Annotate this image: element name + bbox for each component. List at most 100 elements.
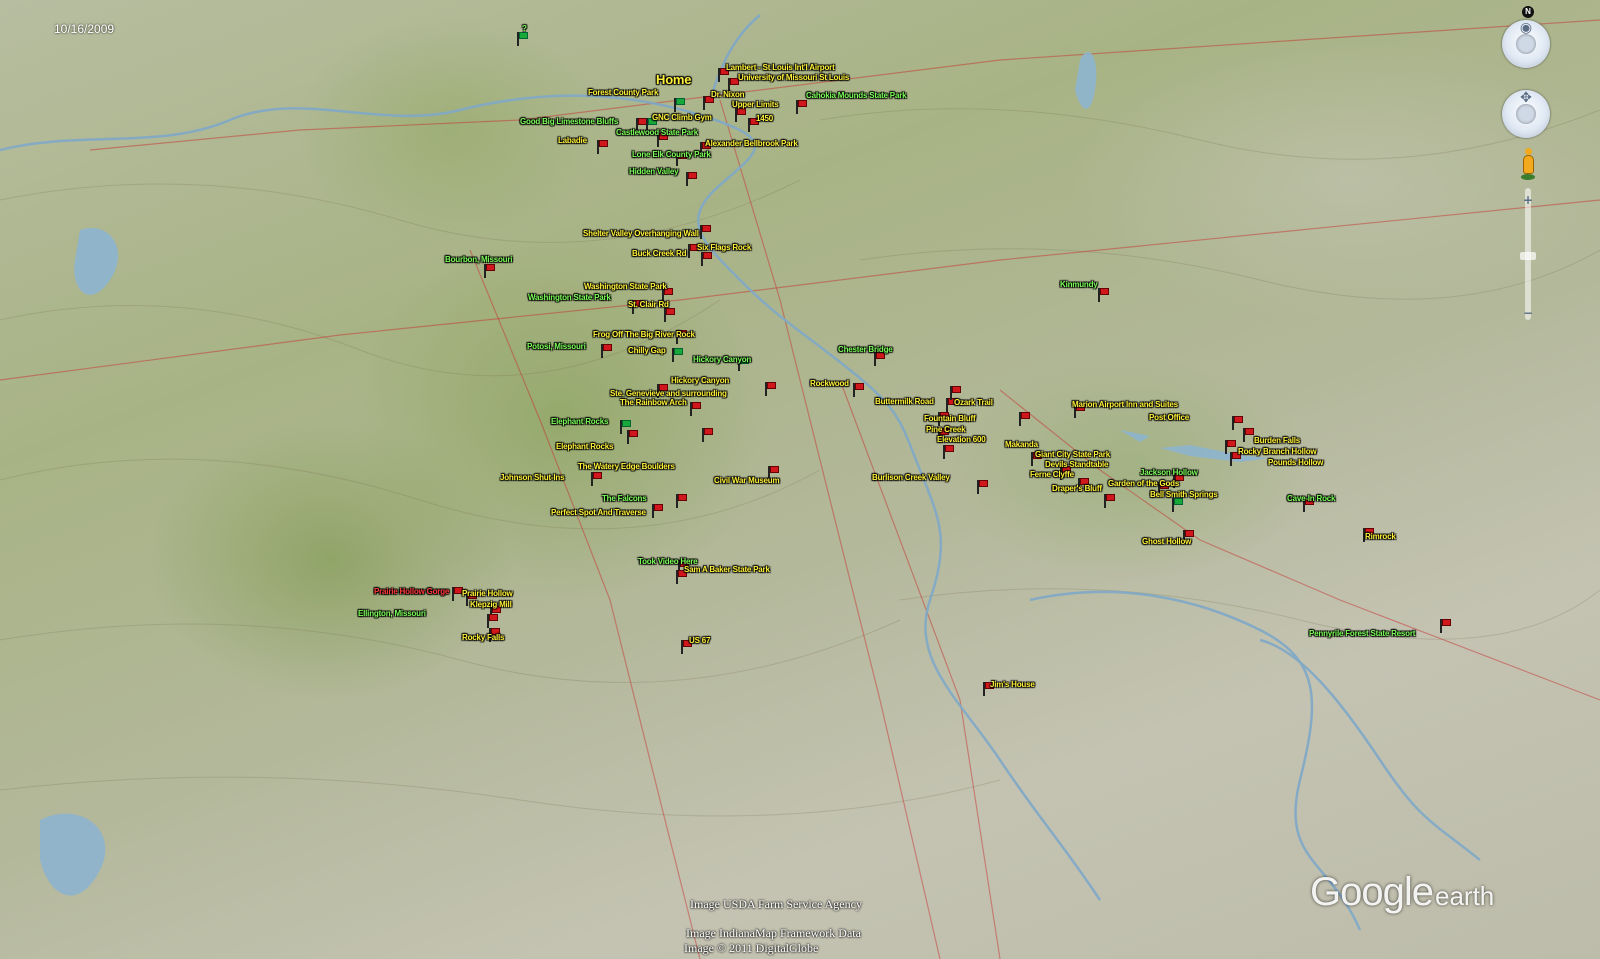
placemark-flag-icon[interactable]	[591, 472, 603, 486]
placemark-label[interactable]: 1450	[756, 114, 773, 123]
placemark-label[interactable]: Elephant Rocks	[551, 417, 608, 426]
placemark-label[interactable]: Elevation 600	[937, 435, 986, 444]
placemark-label[interactable]: Castlewood State Park	[616, 128, 698, 137]
placemark-flag-icon[interactable]	[676, 494, 688, 508]
placemark-label[interactable]: Hidden Valley	[629, 167, 679, 176]
placemark-label[interactable]: Bourbon, Missouri	[445, 255, 512, 264]
placemark-label[interactable]: Pine Creek	[926, 425, 966, 434]
placemark-label[interactable]: Forest County Park	[588, 88, 658, 97]
placemark-label[interactable]: The Falcons	[602, 494, 647, 503]
placemark-label[interactable]: Washington State Park	[528, 293, 611, 302]
placemark-label[interactable]: Marion Airport Inn and Suites	[1072, 400, 1178, 409]
placemark-label[interactable]: Ellington, Missouri	[358, 609, 426, 618]
placemark-flag-icon[interactable]	[1172, 498, 1184, 512]
placemark-flag-icon[interactable]	[943, 445, 955, 459]
placemark-flag-icon[interactable]	[597, 140, 609, 154]
placemark-label[interactable]: Washington State Park	[584, 282, 667, 291]
placemark-flag-icon[interactable]	[672, 348, 684, 362]
placemark-label[interactable]: Bell Smith Springs	[1150, 490, 1218, 499]
placemark-label[interactable]: Six Flags Rock	[697, 243, 751, 252]
placemark-label[interactable]: Rockwood	[810, 379, 849, 388]
placemark-label[interactable]: Prairie Hollow Gorge	[374, 587, 449, 596]
placemark-flag-icon[interactable]	[601, 344, 613, 358]
placemark-label[interactable]: Civil War Museum	[714, 476, 780, 485]
zoom-in-button[interactable]: +	[1520, 193, 1536, 207]
placemark-flag-icon[interactable]	[517, 32, 529, 46]
placemark-label[interactable]: The Watery Edge Boulders	[578, 462, 675, 471]
placemark-flag-icon[interactable]	[735, 108, 747, 122]
placemark-flag-icon[interactable]	[796, 100, 808, 114]
placemark-label[interactable]: GNC Climb Gym	[652, 113, 712, 122]
placemark-label[interactable]: Dr. Nixon	[711, 90, 745, 99]
placemark-label[interactable]: Draper's Bluff	[1052, 484, 1102, 493]
placemark-label[interactable]: Perfect Spot And Traverse	[551, 508, 646, 517]
look-control[interactable]: ◉	[1502, 20, 1550, 68]
placemark-label[interactable]: Frog Off The Big River Rock	[593, 330, 695, 339]
placemark-label[interactable]: Upper Limits	[732, 100, 779, 109]
placemark-flag-icon[interactable]	[487, 614, 499, 628]
placemark-label[interactable]: Prairie Hollow	[462, 589, 513, 598]
placemark-label[interactable]: Klepzig Mill	[470, 600, 512, 609]
placemark-flag-icon[interactable]	[702, 428, 714, 442]
placemark-label[interactable]: Pounds Hollow	[1268, 458, 1323, 467]
placemark-label[interactable]: US 67	[689, 636, 710, 645]
placemark-label[interactable]: ?	[522, 24, 527, 33]
placemark-flag-icon[interactable]	[853, 383, 865, 397]
placemark-label[interactable]: Fountain Bluff	[924, 414, 976, 423]
placemark-label[interactable]: Alexander Bellbrook Park	[705, 139, 798, 148]
placemark-label[interactable]: Pennyrile Forest State Resort	[1309, 629, 1415, 638]
placemark-flag-icon[interactable]	[1098, 288, 1110, 302]
placemark-flag-icon[interactable]	[690, 402, 702, 416]
placemark-label[interactable]: Rocky Branch Hollow	[1238, 447, 1317, 456]
placemark-flag-icon[interactable]	[765, 382, 777, 396]
placemark-flag-icon[interactable]	[652, 504, 664, 518]
placemark-label[interactable]: Hickory Canyon	[693, 355, 751, 364]
placemark-flag-icon[interactable]	[1104, 494, 1116, 508]
placemark-flag-icon[interactable]	[700, 225, 712, 239]
placemark-label[interactable]: University of Missouri St Louis	[738, 73, 849, 82]
placemark-label[interactable]: Ozark Trail	[954, 398, 993, 407]
placemark-label[interactable]: Lambert - St Louis Int'l Airport	[726, 63, 835, 72]
placemark-label[interactable]: Chester Bridge	[838, 345, 893, 354]
placemark-label[interactable]: St. Clair Rd	[628, 300, 669, 309]
placemark-label[interactable]: Garden of the Gods	[1108, 479, 1179, 488]
placemark-label[interactable]: Burlison Creek Valley	[872, 473, 950, 482]
placemark-label[interactable]: Potosi, Missouri	[527, 342, 586, 351]
placemark-label[interactable]: Rocky Falls	[462, 633, 504, 642]
placemark-flag-icon[interactable]	[701, 252, 713, 266]
placemark-label[interactable]: Ste. Genevieve and surrounding	[610, 389, 727, 398]
placemark-flag-icon[interactable]	[484, 264, 496, 278]
placemark-label[interactable]: Cave-In Rock	[1287, 494, 1335, 503]
placemark-flag-icon[interactable]	[1225, 440, 1237, 454]
placemark-flag-icon[interactable]	[1440, 619, 1452, 633]
placemark-flag-icon[interactable]	[874, 352, 886, 366]
placemark-label[interactable]: Shelter Valley Overhanging Wall	[583, 229, 699, 238]
placemark-label[interactable]: Ferne Clyffe	[1030, 470, 1074, 479]
placemark-label[interactable]: Rimrock	[1365, 532, 1396, 541]
zoom-slider-thumb[interactable]	[1520, 252, 1536, 260]
placemark-flag-icon[interactable]	[664, 308, 676, 322]
placemark-label[interactable]: Makanda	[1005, 440, 1038, 449]
placemark-label[interactable]: Buck Creek Rd	[632, 249, 687, 258]
placemark-label[interactable]: Burden Falls	[1254, 436, 1300, 445]
placemark-label[interactable]: Hickory Canyon	[671, 376, 729, 385]
placemark-label[interactable]: Elephant Rocks	[556, 442, 613, 451]
placemark-flag-icon[interactable]	[977, 480, 989, 494]
placemark-label[interactable]: Johnson Shut-Ins	[500, 473, 565, 482]
placemark-flag-icon[interactable]	[1232, 416, 1244, 430]
placemark-flag-icon[interactable]	[686, 172, 698, 186]
placemark-label[interactable]: Buttermilk Road	[875, 397, 934, 406]
placemark-label[interactable]: Giant City State Park	[1035, 450, 1110, 459]
placemark-label[interactable]: Devils Standtable	[1045, 460, 1108, 469]
zoom-out-button[interactable]: −	[1520, 306, 1536, 320]
placemark-label[interactable]: Labadie	[558, 136, 587, 145]
street-view-pegman-icon[interactable]	[1521, 148, 1535, 182]
placemark-label[interactable]: Kinmundy	[1060, 280, 1098, 289]
move-control[interactable]: ✥	[1502, 90, 1550, 138]
placemark-label[interactable]: Jim's House	[990, 680, 1035, 689]
north-indicator[interactable]: N	[1522, 6, 1534, 18]
placemark-label[interactable]: Chilly Gap	[628, 346, 666, 355]
placemark-flag-icon[interactable]	[674, 98, 686, 112]
placemark-label[interactable]: Sam A Baker State Park	[684, 565, 770, 574]
placemark-label[interactable]: Ghost Hollow	[1142, 537, 1191, 546]
